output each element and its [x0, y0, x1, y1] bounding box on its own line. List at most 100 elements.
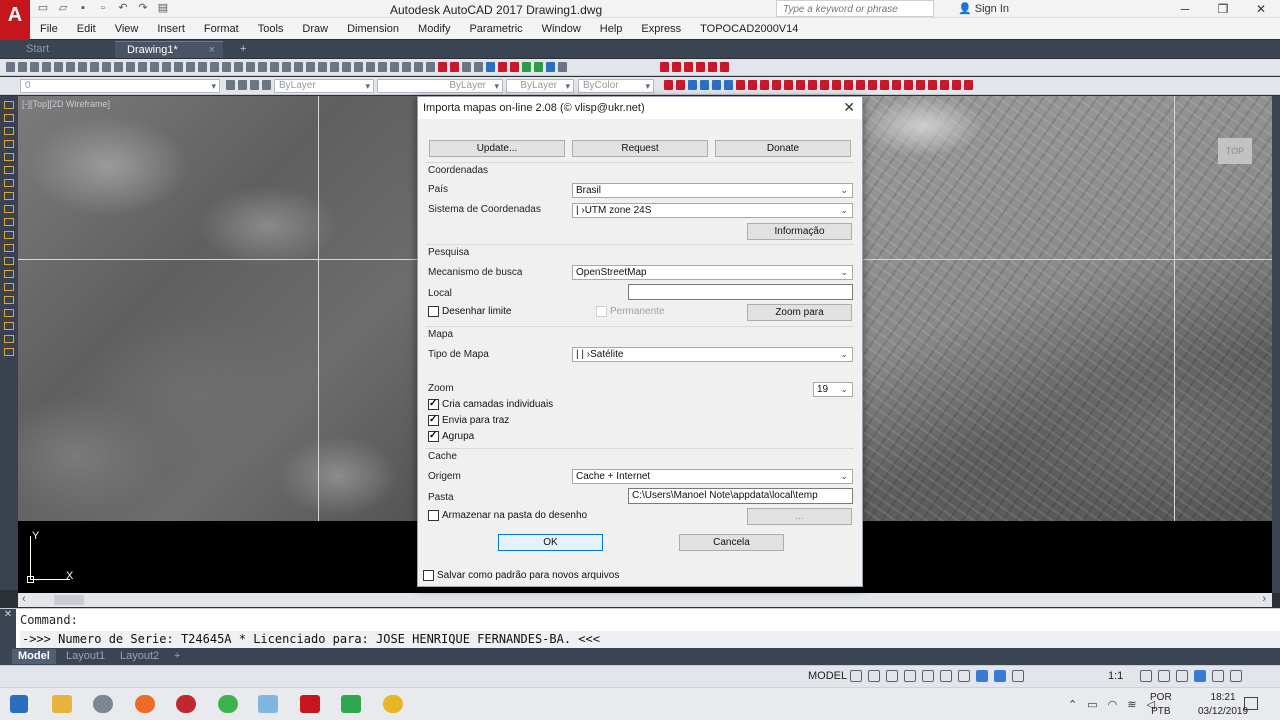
mtext-icon[interactable]: [4, 283, 14, 291]
block-icon[interactable]: [4, 218, 14, 226]
tab-layout2[interactable]: Layout2: [120, 649, 159, 664]
move-icon[interactable]: [4, 296, 14, 304]
table-icon[interactable]: [4, 270, 14, 278]
dialog-close-icon[interactable]: ✕: [843, 99, 855, 116]
ellipse-icon[interactable]: [4, 192, 14, 200]
notification-icon[interactable]: [1244, 697, 1258, 710]
zoom-para-button[interactable]: Zoom para: [747, 304, 852, 321]
undo-icon[interactable]: ↶: [116, 2, 130, 15]
drafting-settings-icons[interactable]: [850, 670, 1024, 682]
polygon-icon[interactable]: [4, 166, 14, 174]
minimize-icon[interactable]: ─: [1166, 0, 1204, 18]
tipo-mapa-select[interactable]: | | ›Satélite ⌄: [572, 347, 853, 362]
armazenar-checkbox[interactable]: Armazenar na pasta do desenho: [428, 510, 587, 521]
scale-icon[interactable]: [4, 335, 14, 343]
plotstyle-combo[interactable]: ByColor: [578, 79, 654, 93]
scroll-right-icon[interactable]: ›: [1262, 593, 1266, 605]
tab-model[interactable]: Model: [12, 649, 56, 664]
color-combo[interactable]: ByLayer: [274, 79, 374, 93]
gradient-icon[interactable]: [4, 244, 14, 252]
layer-combo[interactable]: 0: [20, 79, 220, 93]
menu-item-tools[interactable]: Tools: [248, 23, 293, 35]
tab-start[interactable]: Start: [14, 41, 114, 58]
polyline-icon[interactable]: [4, 114, 14, 122]
menu-item-file[interactable]: File: [30, 23, 67, 35]
autocad-logo[interactable]: A: [0, 0, 30, 40]
donate-button[interactable]: Donate: [715, 140, 851, 157]
update-button[interactable]: Update...: [429, 140, 565, 157]
salvar-padrao-checkbox[interactable]: Salvar como padrão para novos arquivos: [423, 570, 619, 581]
new-icon[interactable]: ▭: [36, 2, 50, 15]
standard-tool-icons[interactable]: [6, 62, 567, 72]
menu-item-dimension[interactable]: Dimension: [337, 23, 408, 35]
desenhar-limite-checkbox[interactable]: Desenhar limite: [428, 306, 511, 317]
notepad-icon[interactable]: [258, 695, 278, 713]
command-line-close-icon[interactable]: ✕: [0, 609, 16, 649]
horizontal-scrollbar[interactable]: ‹ ›: [18, 593, 1272, 607]
pais-select[interactable]: Brasil ⌄: [572, 183, 853, 198]
close-icon[interactable]: ✕: [1242, 0, 1280, 18]
local-input[interactable]: [628, 284, 853, 300]
trim-icon[interactable]: [4, 348, 14, 356]
rotate-icon[interactable]: [4, 322, 14, 330]
viewport-controls-label[interactable]: [-][Top][2D Wireframe]: [22, 99, 110, 109]
sistema-coordenadas-select[interactable]: | ›UTM zone 24S ⌄: [572, 203, 853, 218]
permanente-checkbox[interactable]: Permanente: [596, 306, 664, 317]
annotation-scale[interactable]: 1:1: [1108, 670, 1123, 682]
sign-in-button[interactable]: 👤 Sign In: [958, 2, 1009, 15]
cria-camadas-checkbox[interactable]: Cria camadas individuais: [428, 398, 553, 410]
origem-select[interactable]: Cache + Internet ⌄: [572, 469, 853, 484]
vertical-scrollbar[interactable]: [1272, 96, 1280, 593]
mecanismo-busca-select[interactable]: OpenStreetMap ⌄: [572, 265, 853, 280]
tab-close-icon[interactable]: ×: [209, 42, 215, 58]
search-input[interactable]: Type a keyword or phrase: [776, 0, 934, 17]
topocad-toolbar2-icons[interactable]: [664, 80, 973, 90]
menu-item-modify[interactable]: Modify: [408, 23, 459, 35]
language-indicator[interactable]: POR PTB: [1150, 691, 1172, 719]
menu-item-draw[interactable]: Draw: [292, 23, 337, 35]
region-icon[interactable]: [4, 257, 14, 265]
recorder-icon[interactable]: [176, 695, 196, 713]
maximize-icon[interactable]: ❐: [1204, 0, 1242, 18]
print-icon[interactable]: ▤: [156, 2, 170, 15]
model-space-button[interactable]: MODEL: [808, 670, 847, 682]
layer-tool-icons[interactable]: [226, 80, 271, 90]
whatsapp-icon[interactable]: [218, 695, 238, 713]
line-icon[interactable]: [4, 101, 14, 109]
firefox-icon[interactable]: [135, 695, 155, 713]
point-icon[interactable]: [4, 231, 14, 239]
autocad-taskbar-icon[interactable]: [300, 695, 320, 713]
pasta-input[interactable]: C:\Users\Manoel Note\appdata\local\temp: [628, 488, 853, 504]
menu-item-topocad2000v14[interactable]: TOPOCAD2000V14: [690, 23, 807, 35]
new-tab-button[interactable]: +: [228, 41, 246, 58]
topocad-toolbar-icons[interactable]: [660, 62, 729, 72]
pasta-browse-button[interactable]: ...: [747, 508, 852, 525]
redo-icon[interactable]: ↷: [136, 2, 150, 15]
command-input[interactable]: ->>> Numero de Serie: T24645A * Licencia…: [20, 631, 1280, 649]
saveas-icon[interactable]: ▫: [96, 2, 110, 15]
menu-item-window[interactable]: Window: [532, 23, 590, 35]
add-layout-button[interactable]: +: [174, 649, 180, 664]
spline-icon[interactable]: [4, 179, 14, 187]
linetype-combo[interactable]: ByLayer: [377, 79, 503, 93]
rectangle-icon[interactable]: [4, 153, 14, 161]
maps-icon[interactable]: [341, 695, 361, 713]
tab-layout1[interactable]: Layout1: [66, 649, 105, 664]
settings-icon[interactable]: [93, 695, 113, 713]
agrupa-checkbox[interactable]: Agrupa: [428, 430, 474, 442]
copy-icon[interactable]: [4, 309, 14, 317]
file-explorer-icon[interactable]: [52, 695, 72, 713]
clock[interactable]: 18:21 03/12/2019: [1198, 691, 1248, 719]
tab-drawing1[interactable]: Drawing1* ×: [115, 41, 223, 58]
informacao-button[interactable]: Informação: [747, 223, 852, 240]
lineweight-combo[interactable]: ByLayer: [506, 79, 574, 93]
open-icon[interactable]: ▱: [56, 2, 70, 15]
scroll-thumb[interactable]: [54, 595, 84, 605]
system-tray[interactable]: ⌃ ▭ ◠ ≋ ◁: [1068, 698, 1155, 711]
menu-item-help[interactable]: Help: [590, 23, 632, 35]
menu-item-view[interactable]: View: [105, 23, 148, 35]
zoom-select[interactable]: 19 ⌄: [813, 382, 853, 397]
viewcube[interactable]: TOP: [1218, 138, 1252, 164]
arc-icon[interactable]: [4, 140, 14, 148]
circle-icon[interactable]: [4, 127, 14, 135]
